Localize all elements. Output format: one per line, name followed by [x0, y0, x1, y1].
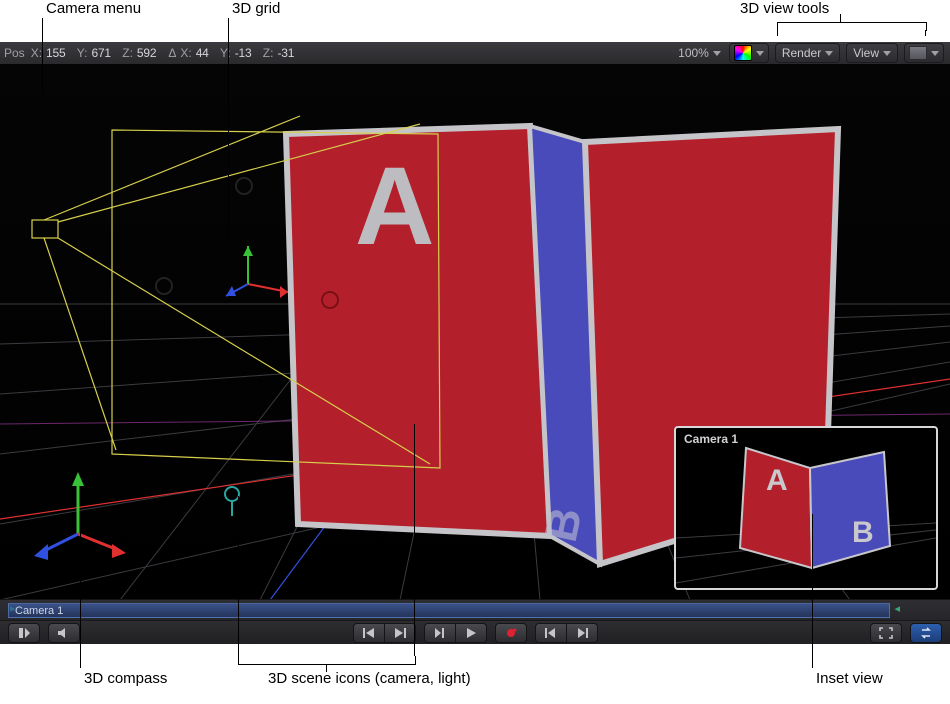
go-to-end-button[interactable] — [385, 623, 416, 643]
bottom-bar: ▸ Camera 1 ◂ — [0, 599, 950, 644]
transform-gizmo[interactable] — [226, 246, 288, 298]
svg-text:B: B — [852, 516, 874, 549]
fullscreen-button[interactable] — [870, 623, 902, 643]
delta-xyz: Δ X: 44 Y: -13 Z: -31 — [168, 46, 294, 60]
delta-z-value: -31 — [277, 46, 294, 60]
record-button[interactable] — [495, 623, 527, 643]
svg-text:A: A — [766, 464, 788, 497]
step-forward-button[interactable] — [567, 623, 598, 643]
pos-xyz: X: 155 Y: 671 Z: 592 — [31, 46, 157, 60]
color-channels-menu[interactable] — [729, 43, 769, 63]
inset-scene: A B — [676, 428, 936, 588]
callout-compass: 3D compass — [84, 670, 167, 688]
layout-menu[interactable] — [904, 43, 944, 63]
player-toggle-button[interactable] — [8, 623, 40, 643]
mini-timeline[interactable]: ▸ Camera 1 ◂ — [0, 600, 950, 621]
mute-button[interactable] — [48, 623, 80, 643]
canvas-viewport[interactable]: B A — [0, 64, 950, 600]
transport-controls — [0, 621, 950, 644]
callout-scene-icons: 3D scene icons (camera, light) — [268, 670, 471, 688]
pos-z-value: 592 — [137, 46, 156, 60]
color-wheel-icon — [734, 45, 752, 61]
zoom-menu[interactable]: 100% — [678, 46, 721, 60]
callout-camera-menu: Camera menu — [46, 0, 141, 18]
pos-x-value: 155 — [46, 46, 65, 60]
chevron-down-icon — [713, 51, 721, 56]
view-menu[interactable]: View — [846, 43, 898, 63]
motion-canvas-window: Pos X: 155 Y: 671 Z: 592 Δ X: 44 Y: -13 … — [0, 42, 950, 644]
pos-label: Pos — [4, 46, 25, 60]
loop-button[interactable] — [910, 623, 942, 643]
inset-view-title: Camera 1 — [684, 432, 738, 446]
delta-y-value: -13 — [235, 46, 252, 60]
play-button[interactable] — [456, 623, 487, 643]
pos-y-value: 671 — [91, 46, 110, 60]
scene-letter-a: A — [355, 145, 434, 268]
chevron-down-icon — [825, 51, 833, 56]
play-from-start-button[interactable] — [424, 623, 456, 643]
render-menu[interactable]: Render — [775, 43, 840, 63]
scene-light-icon-lower[interactable] — [225, 487, 239, 516]
callout-3d-view-tools: 3D view tools — [740, 0, 829, 18]
callout-3d-grid: 3D grid — [232, 0, 280, 18]
timeline-clip-label: Camera 1 — [15, 605, 63, 617]
chevron-down-icon — [756, 51, 764, 56]
chevron-down-icon — [931, 51, 939, 56]
step-back-button[interactable] — [535, 623, 567, 643]
chevron-down-icon — [883, 51, 891, 56]
callout-inset: Inset view — [816, 670, 883, 688]
go-to-start-button[interactable] — [353, 623, 385, 643]
delta-x-value: 44 — [196, 46, 209, 60]
inset-view[interactable]: Camera 1 A B — [674, 426, 938, 590]
layout-icon — [909, 46, 927, 60]
status-bar: Pos X: 155 Y: 671 Z: 592 Δ X: 44 Y: -13 … — [0, 42, 950, 65]
